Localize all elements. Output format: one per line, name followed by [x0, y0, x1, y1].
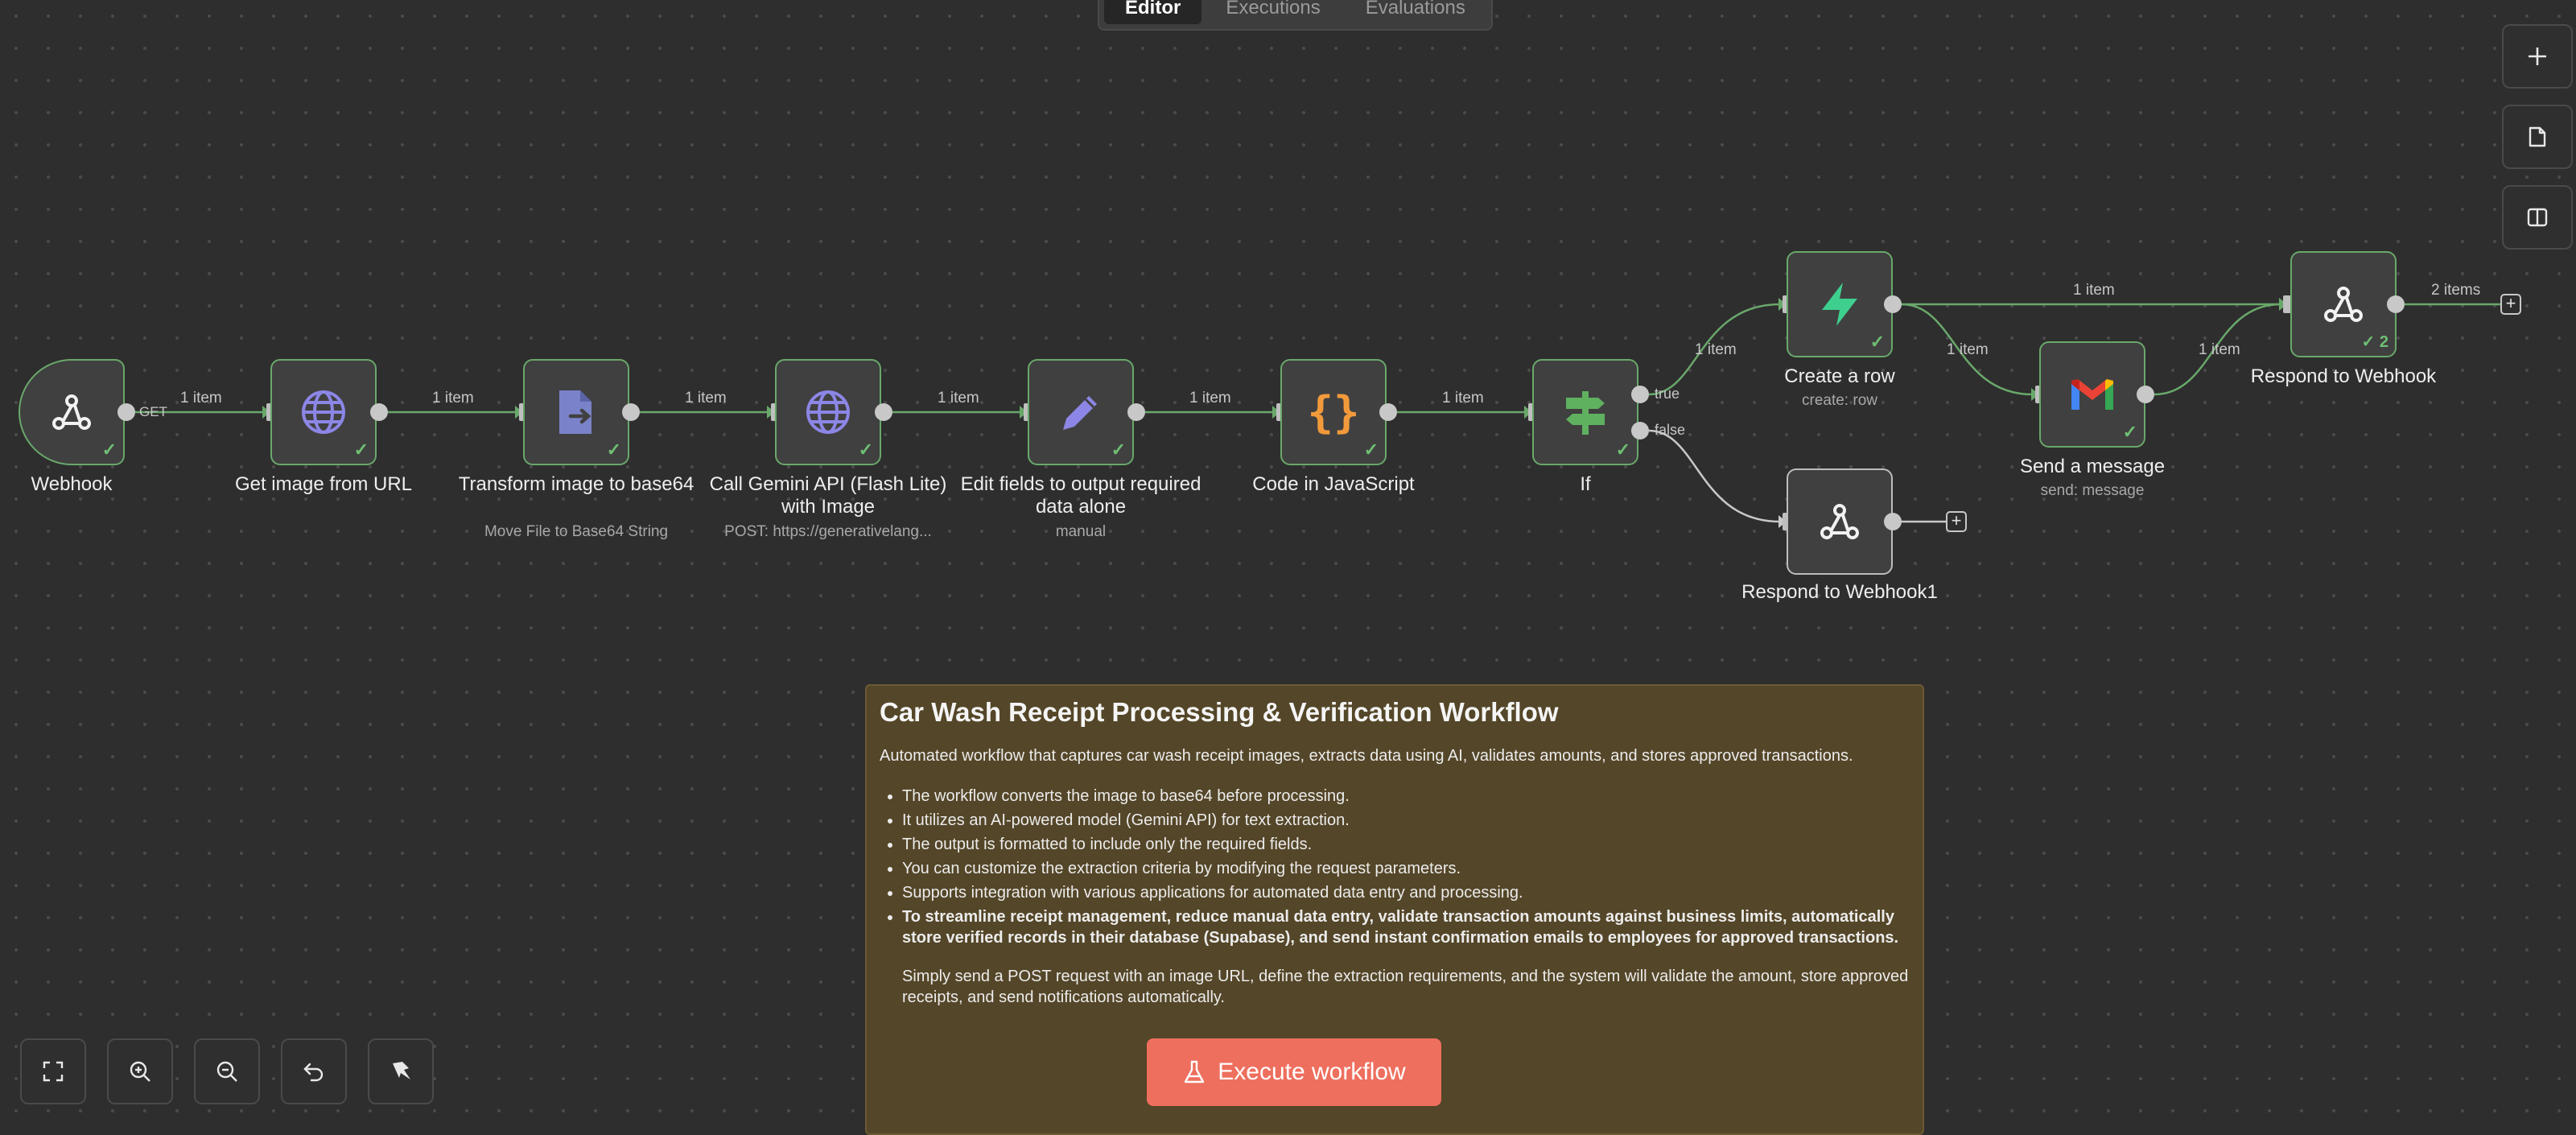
- node-webhook[interactable]: ✓: [19, 359, 125, 465]
- zoom-out-button[interactable]: [194, 1038, 260, 1104]
- list-item-bold: To streamline receipt management, reduce…: [902, 906, 1910, 948]
- node-label: Edit fields to output required data alon…: [960, 473, 1201, 518]
- if-false-label: false: [1655, 422, 1686, 438]
- zoom-in-button[interactable]: [107, 1038, 173, 1104]
- node-label: Create a row: [1784, 365, 1895, 387]
- workflow-canvas[interactable]: Editor Executions Evaluations GET 1 item…: [0, 0, 2576, 1135]
- fit-view-button[interactable]: [20, 1038, 86, 1104]
- output-handle[interactable]: [1127, 403, 1145, 421]
- node-if[interactable]: ✓: [1532, 359, 1638, 465]
- list-item: The output is formatted to include only …: [902, 832, 1910, 856]
- zoom-in-icon: [130, 1061, 150, 1082]
- node-subtitle: manual: [1055, 523, 1107, 540]
- sticky-list: The workflow converts the image to base6…: [880, 784, 1910, 948]
- list-item: Supports integration with various applic…: [902, 881, 1910, 905]
- undo-icon: [303, 1063, 324, 1082]
- success-check-icon: ✓: [1869, 332, 1885, 352]
- flask-icon: [1185, 1060, 1205, 1083]
- output-handle[interactable]: [117, 403, 135, 421]
- node-transform[interactable]: ✓: [523, 359, 629, 465]
- edge-label-method: GET: [139, 404, 167, 419]
- edge-label: 1 item: [2073, 282, 2115, 299]
- node-label: Webhook: [31, 473, 113, 495]
- edge-label: 1 item: [1695, 341, 1737, 358]
- node-get-image[interactable]: ✓: [270, 359, 377, 465]
- edge-label: 1 item: [1442, 390, 1484, 407]
- success-check-icon: ✓: [1111, 440, 1126, 460]
- if-true-label: true: [1655, 386, 1680, 402]
- reset-zoom-button[interactable]: [281, 1038, 347, 1104]
- edge-label: 1 item: [2199, 341, 2240, 358]
- output-handle-true[interactable]: [1631, 386, 1649, 403]
- success-check-icon: ✓: [606, 440, 621, 460]
- node-label: Transform image to base64: [458, 473, 694, 495]
- add-next-node-button[interactable]: +: [1946, 511, 1967, 532]
- tidy-up-button[interactable]: [368, 1038, 434, 1104]
- edge-label: 1 item: [938, 390, 979, 407]
- edge-label: 1 item: [1189, 390, 1231, 407]
- node-label: Respond to Webhook1: [1741, 581, 1938, 603]
- success-check-icon: ✓: [858, 440, 873, 460]
- node-edit-fields[interactable]: ✓: [1028, 359, 1134, 465]
- node-create-row[interactable]: ✓: [1787, 251, 1893, 357]
- output-handle[interactable]: [1884, 513, 1902, 530]
- edge-label: 1 item: [685, 390, 727, 407]
- node-code[interactable]: {} ✓: [1280, 359, 1387, 465]
- output-handle[interactable]: [2137, 386, 2154, 403]
- node-subtitle: POST: https://generativelang...: [724, 523, 932, 540]
- output-handle-false[interactable]: [1631, 422, 1649, 440]
- fit-view-icon: [43, 1061, 64, 1082]
- success-check-icon: ✓: [101, 440, 117, 460]
- output-handle[interactable]: [370, 403, 388, 421]
- output-handle[interactable]: [1884, 295, 1902, 313]
- node-label: Call Gemini API (Flash Lite) with Image: [709, 473, 947, 518]
- execute-workflow-button[interactable]: Execute workflow: [1147, 1038, 1441, 1106]
- node-gemini[interactable]: ✓: [775, 359, 881, 465]
- node-label: Code in JavaScript: [1252, 473, 1415, 495]
- node-label: Send a message: [2019, 456, 2166, 477]
- node-send-message[interactable]: ✓: [2039, 341, 2145, 448]
- sticky-tail: Simply send a POST request with an image…: [902, 968, 1909, 1006]
- success-check-icon: ✓: [353, 440, 369, 460]
- sticky-title: Car Wash Receipt Processing & Verificati…: [880, 697, 1559, 727]
- edge-label: 1 item: [432, 390, 474, 407]
- node-subtitle: Move File to Base64 String: [484, 523, 669, 540]
- edge-label: 1 item: [1947, 341, 1989, 358]
- output-handle[interactable]: [622, 403, 640, 421]
- add-next-node-button[interactable]: +: [2500, 294, 2521, 315]
- execute-label: Execute workflow: [1218, 1059, 1406, 1085]
- edge-label: 1 item: [180, 390, 222, 407]
- list-item: The workflow converts the image to base6…: [902, 784, 1910, 808]
- webhook-icon: [1788, 470, 1891, 573]
- success-check-icon: ✓: [1363, 440, 1379, 460]
- output-handle[interactable]: [2387, 295, 2405, 313]
- tidy-up-icon: [393, 1062, 410, 1079]
- list-item: It utilizes an AI-powered model (Gemini …: [902, 808, 1910, 832]
- node-subtitle: create: row: [1802, 392, 1877, 409]
- edge-label: 2 items: [2431, 282, 2481, 299]
- node-label: Get image from URL: [234, 473, 413, 495]
- sticky-intro: Automated workflow that captures car was…: [880, 747, 1853, 765]
- node-subtitle: send: message: [2040, 482, 2145, 499]
- zoom-out-icon: [216, 1061, 237, 1082]
- node-respond[interactable]: ✓ 2: [2290, 251, 2397, 357]
- success-check-icon: ✓: [2122, 422, 2137, 442]
- node-respond1[interactable]: [1787, 468, 1893, 575]
- node-label: Respond to Webhook: [2250, 365, 2437, 387]
- node-label: If: [1580, 473, 1591, 495]
- run-count-badge: ✓ 2: [2361, 333, 2388, 351]
- list-item: You can customize the extraction criteri…: [902, 856, 1910, 881]
- output-handle[interactable]: [875, 403, 892, 421]
- output-handle[interactable]: [1379, 403, 1397, 421]
- success-check-icon: ✓: [1615, 440, 1630, 460]
